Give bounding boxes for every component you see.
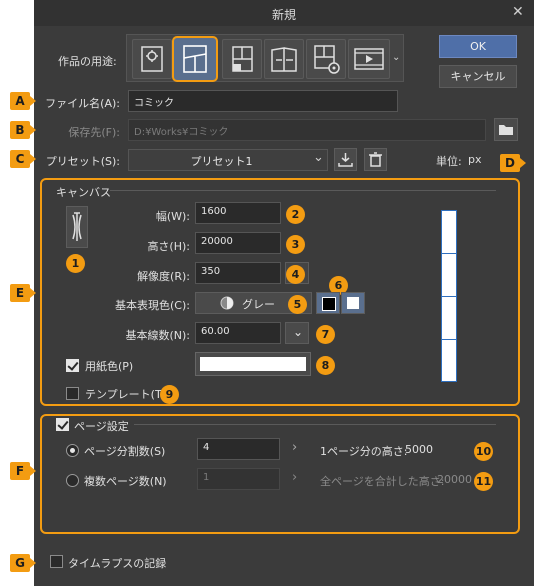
marker-b: B xyxy=(10,121,36,139)
marker-a: A xyxy=(10,92,36,110)
multi-page-radio[interactable] xyxy=(66,474,79,487)
marker-f: F xyxy=(10,462,36,480)
file-name-label: ファイル名(A): xyxy=(45,97,120,110)
page-divider xyxy=(442,253,456,254)
page-divider xyxy=(442,339,456,340)
close-icon[interactable]: ✕ xyxy=(512,4,524,20)
preset-select[interactable]: プリセット1 xyxy=(128,149,328,171)
white-swatch xyxy=(347,297,359,309)
canvas-section-title: キャンバス xyxy=(56,186,111,199)
chevron-right-icon: › xyxy=(292,440,298,455)
callout-7: 7 xyxy=(316,325,335,344)
ok-button[interactable]: OK xyxy=(439,35,517,58)
callout-11: 11 xyxy=(474,472,493,491)
save-preset-button[interactable] xyxy=(334,148,357,171)
paper-color-button[interactable] xyxy=(195,352,311,376)
callout-9: 9 xyxy=(160,385,179,404)
per-page-height-label: 1ページ分の高さ: xyxy=(320,445,408,458)
usage-book-button[interactable] xyxy=(264,39,304,79)
save-preset-icon xyxy=(338,153,353,167)
page-divider xyxy=(442,296,456,297)
book-icon xyxy=(271,47,297,72)
black-swatch xyxy=(322,297,336,311)
marker-d: D xyxy=(500,154,526,172)
browse-folder-button[interactable] xyxy=(494,118,518,141)
callout-8: 8 xyxy=(316,356,335,375)
black-color-button[interactable] xyxy=(316,292,340,314)
usage-illustration-button[interactable] xyxy=(132,39,172,79)
callout-5: 5 xyxy=(288,295,307,314)
width-input[interactable]: 1600 xyxy=(195,202,281,224)
callout-10: 10 xyxy=(474,442,493,461)
trash-icon xyxy=(369,152,382,167)
marker-c: C xyxy=(10,150,36,168)
timelapse-label: タイムラプスの記録 xyxy=(68,557,167,570)
marker-e: E xyxy=(10,284,36,302)
template-checkbox[interactable] xyxy=(66,387,79,400)
usage-label: 作品の用途: xyxy=(58,55,117,68)
comic-icon xyxy=(183,45,207,73)
comic-settings-icon xyxy=(314,45,340,74)
delete-preset-button[interactable] xyxy=(364,148,387,171)
usage-comic-single-button[interactable] xyxy=(222,39,262,79)
orientation-icon xyxy=(72,212,82,241)
preset-chevron-down-icon: ⌄ xyxy=(313,150,324,165)
marker-g: G xyxy=(10,554,36,572)
usage-comic-settings-button[interactable] xyxy=(306,39,346,79)
usage-comic-button[interactable] xyxy=(172,36,218,82)
illustration-icon xyxy=(141,46,163,72)
line-count-label: 基本線数(N): xyxy=(125,329,190,342)
usage-animation-button[interactable] xyxy=(348,39,390,79)
template-label: テンプレート(T) xyxy=(85,388,166,401)
chevron-down-icon[interactable]: ⌄ xyxy=(392,52,400,63)
page-split-input[interactable]: 4 xyxy=(197,438,280,460)
canvas-divider xyxy=(110,190,496,191)
callout-3: 3 xyxy=(286,235,305,254)
callout-4: 4 xyxy=(286,265,305,284)
page-split-radio[interactable] xyxy=(66,444,79,457)
resolution-label: 解像度(R): xyxy=(137,270,190,283)
folder-icon xyxy=(499,125,513,135)
white-color-button[interactable] xyxy=(341,292,365,314)
cancel-button[interactable]: キャンセル xyxy=(439,65,517,88)
line-count-dropdown-button[interactable]: ⌄ xyxy=(285,322,309,344)
dialog-title: 新規 xyxy=(271,8,296,22)
timelapse-checkbox[interactable] xyxy=(50,555,63,568)
height-label: 高さ(H): xyxy=(147,240,190,253)
animation-icon xyxy=(354,48,384,70)
callout-1: 1 xyxy=(66,254,85,273)
canvas-preview xyxy=(441,210,457,382)
multi-page-input[interactable]: 1 xyxy=(197,468,280,490)
per-page-height-value: 5000 xyxy=(405,443,433,456)
page-settings-checkbox[interactable] xyxy=(56,418,69,431)
line-count-input[interactable]: 60.00 xyxy=(195,322,281,344)
chevron-right-icon: › xyxy=(292,470,298,485)
paper-color-checkbox[interactable] xyxy=(66,359,79,372)
resolution-input[interactable]: 350 xyxy=(195,262,281,284)
preset-label: プリセット(S): xyxy=(45,155,120,168)
basic-color-label: 基本表現色(C): xyxy=(115,299,190,312)
grayscale-icon xyxy=(220,296,234,310)
line-count-chevron-icon: ⌄ xyxy=(293,325,304,339)
width-label: 幅(W): xyxy=(155,210,190,223)
page-settings-label: ページ設定 xyxy=(74,420,129,433)
save-location-label: 保存先(F): xyxy=(68,126,120,139)
save-location-input[interactable]: D:¥Works¥コミック xyxy=(128,119,486,141)
basic-color-value: グレー xyxy=(242,298,275,311)
callout-2: 2 xyxy=(286,205,305,224)
total-height-label: 全ページを合計した高さ: xyxy=(320,475,445,488)
paper-color-swatch xyxy=(200,357,306,371)
page-split-label: ページ分割数(S) xyxy=(84,445,166,458)
comic-page-icon xyxy=(232,46,253,72)
height-input[interactable]: 20000 xyxy=(195,232,281,254)
multi-page-label: 複数ページ数(N) xyxy=(84,475,167,488)
file-name-input[interactable]: コミック xyxy=(128,90,398,112)
orientation-toggle-button[interactable] xyxy=(66,206,88,248)
total-height-value: 20000 xyxy=(437,473,472,486)
unit-label: 単位: xyxy=(436,155,462,168)
unit-value[interactable]: px xyxy=(468,153,482,166)
paper-color-label: 用紙色(P) xyxy=(85,360,134,373)
page-settings-divider xyxy=(134,424,496,425)
